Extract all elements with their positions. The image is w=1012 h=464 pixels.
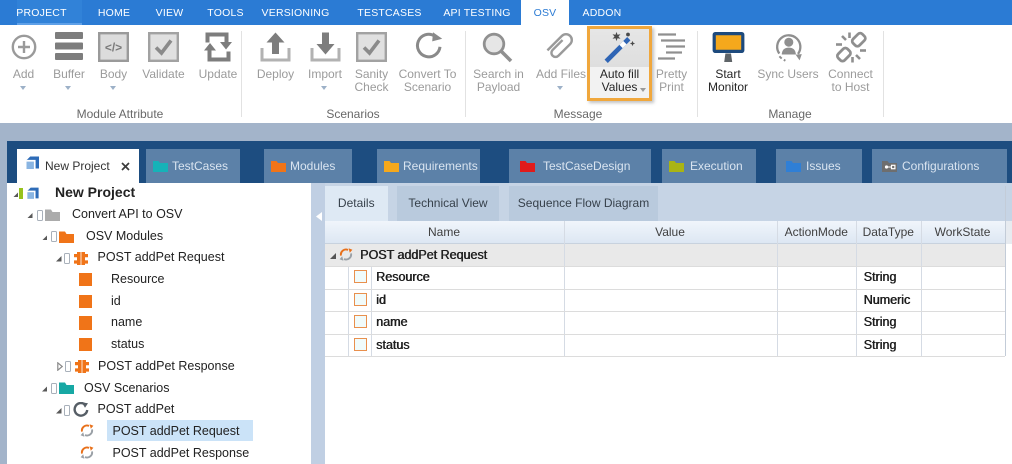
svg-text:</>: </>	[105, 41, 122, 55]
